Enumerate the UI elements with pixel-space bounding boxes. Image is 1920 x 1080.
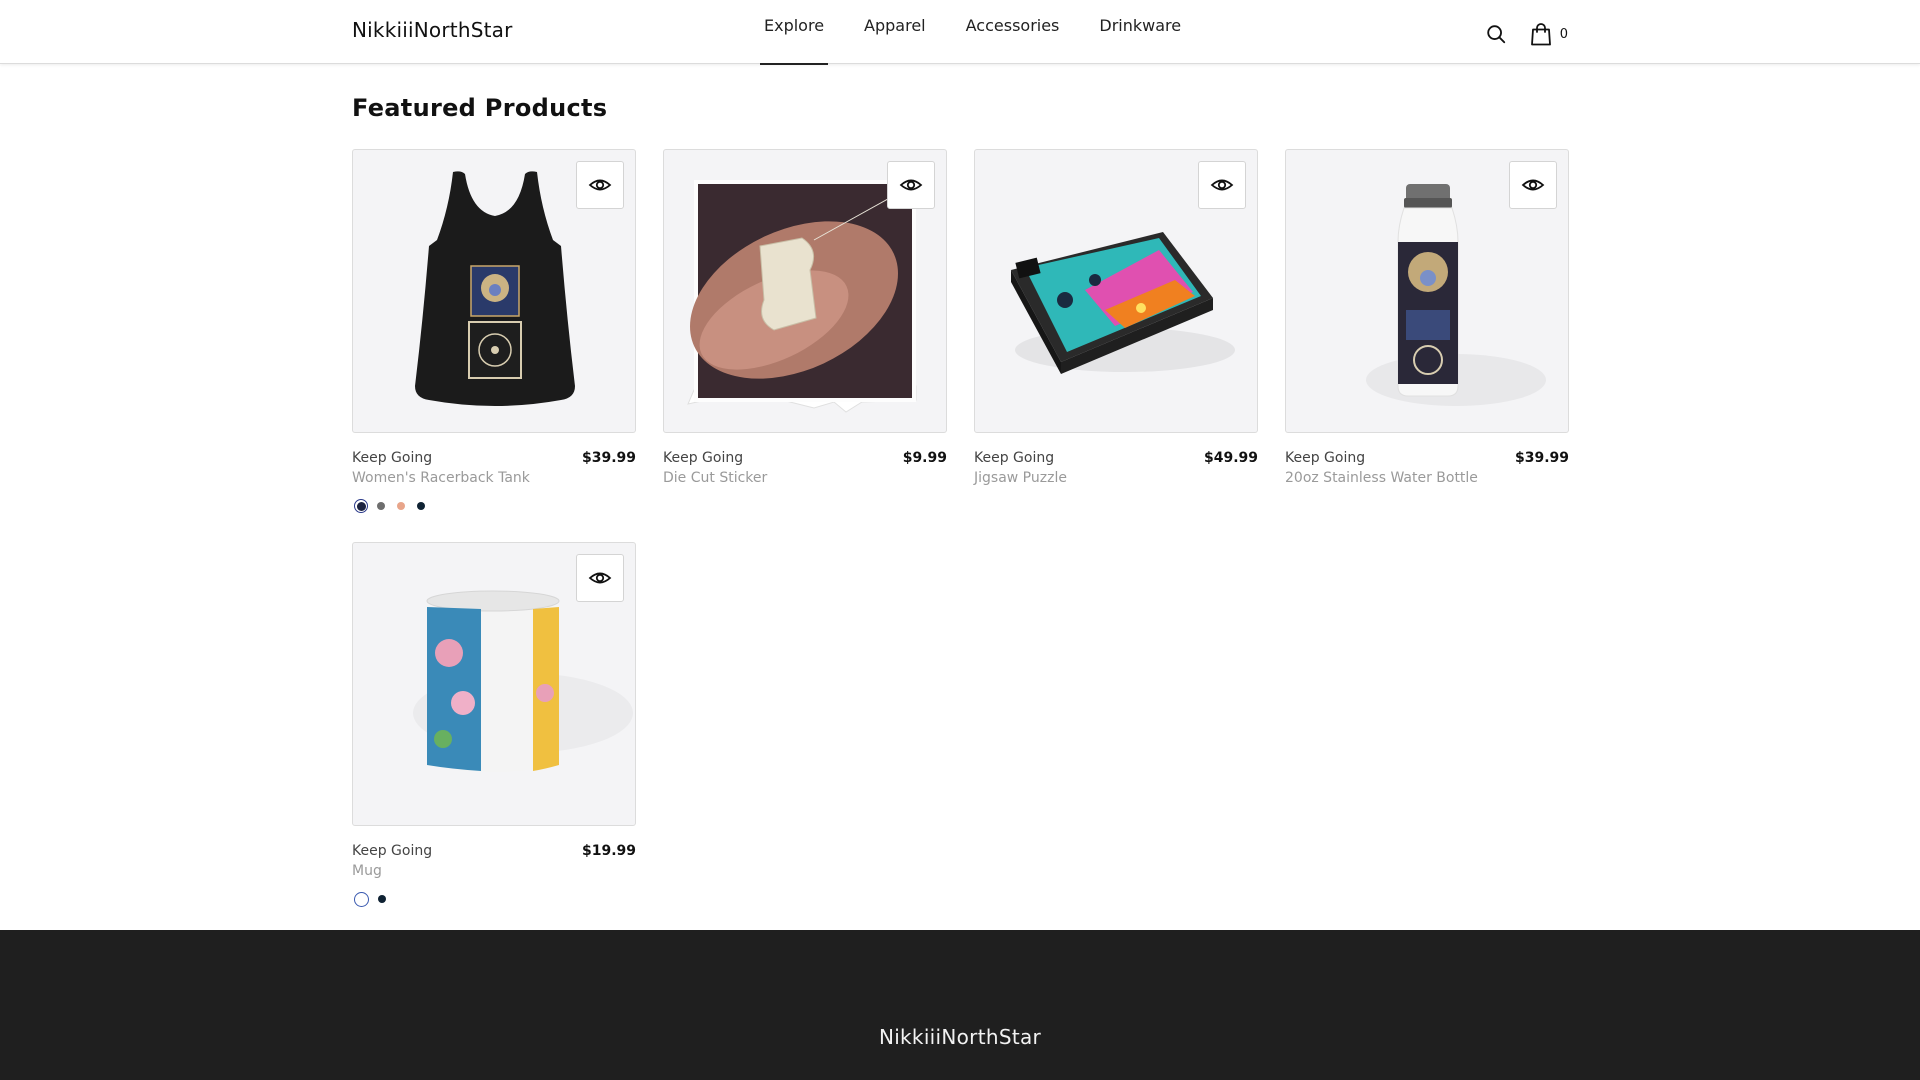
nav-item-explore[interactable]: Explore xyxy=(760,0,829,65)
product-image[interactable] xyxy=(974,149,1258,433)
footer-brand[interactable]: NikkiiiNorthStar xyxy=(0,1025,1920,1049)
color-swatch[interactable] xyxy=(414,499,428,513)
nav-item-accessories[interactable]: Accessories xyxy=(962,0,1064,64)
shopping-bag-icon xyxy=(1530,23,1551,46)
brand-logo[interactable]: NikkiiiNorthStar xyxy=(352,18,513,42)
product-subtitle[interactable]: 20oz Stainless Water Bottle xyxy=(1285,470,1478,486)
eye-icon xyxy=(588,572,612,584)
product-card: Keep Going 20oz Stainless Water Bottle $… xyxy=(1285,149,1569,490)
product-subtitle[interactable]: Women's Racerback Tank xyxy=(352,470,530,486)
search-icon xyxy=(1487,25,1505,44)
product-title[interactable]: Keep Going xyxy=(1285,450,1365,466)
product-card: Keep Going Die Cut Sticker $9.99 xyxy=(663,149,947,490)
product-subtitle[interactable]: Mug xyxy=(352,863,382,879)
site-header: NikkiiiNorthStar Explore Apparel Accesso… xyxy=(0,0,1920,65)
color-swatches xyxy=(354,892,636,907)
nav-item-apparel[interactable]: Apparel xyxy=(860,0,930,64)
product-image[interactable] xyxy=(352,542,636,826)
eye-icon xyxy=(588,179,612,191)
nav-item-drinkware[interactable]: Drinkware xyxy=(1095,0,1185,64)
product-title[interactable]: Keep Going xyxy=(352,450,432,466)
color-swatch[interactable] xyxy=(375,892,389,906)
product-title[interactable]: Keep Going xyxy=(663,450,743,466)
quick-view-button[interactable] xyxy=(576,161,624,209)
product-meta: Keep Going Jigsaw Puzzle $49.99 xyxy=(974,450,1258,490)
header-actions: 0 xyxy=(1482,20,1568,48)
color-swatch[interactable] xyxy=(394,499,408,513)
product-image[interactable] xyxy=(663,149,947,433)
product-meta: Keep Going Women's Racerback Tank $39.99 xyxy=(352,450,636,490)
product-card: Keep Going Mug $19.99 xyxy=(352,542,636,907)
product-card: Keep Going Women's Racerback Tank $39.99 xyxy=(352,149,636,513)
product-price: $19.99 xyxy=(581,843,636,859)
quick-view-button[interactable] xyxy=(1509,161,1557,209)
product-price: $39.99 xyxy=(1514,450,1569,466)
search-button[interactable] xyxy=(1482,20,1510,48)
product-price: $39.99 xyxy=(581,450,636,466)
cart-button[interactable]: 0 xyxy=(1530,22,1568,46)
color-swatches xyxy=(354,499,636,513)
product-price: $9.99 xyxy=(902,450,947,466)
color-swatch[interactable] xyxy=(354,892,369,907)
product-subtitle[interactable]: Die Cut Sticker xyxy=(663,470,767,486)
site-footer: NikkiiiNorthStar xyxy=(0,930,1920,1080)
cart-count: 0 xyxy=(1559,26,1568,42)
product-title[interactable]: Keep Going xyxy=(974,450,1054,466)
color-swatch[interactable] xyxy=(374,499,388,513)
eye-icon xyxy=(899,179,923,191)
quick-view-button[interactable] xyxy=(1198,161,1246,209)
eye-icon xyxy=(1521,179,1545,191)
main-nav: Explore Apparel Accessories Drinkware xyxy=(760,0,1217,65)
color-swatch[interactable] xyxy=(354,499,368,513)
product-card: Keep Going Jigsaw Puzzle $49.99 xyxy=(974,149,1258,490)
page: NikkiiiNorthStar Explore Apparel Accesso… xyxy=(0,0,1920,1080)
product-meta: Keep Going Die Cut Sticker $9.99 xyxy=(663,450,947,490)
product-image[interactable] xyxy=(1285,149,1569,433)
section-title: Featured Products xyxy=(352,94,608,122)
eye-icon xyxy=(1210,179,1234,191)
product-subtitle[interactable]: Jigsaw Puzzle xyxy=(974,470,1067,486)
product-title[interactable]: Keep Going xyxy=(352,843,432,859)
quick-view-button[interactable] xyxy=(887,161,935,209)
product-meta: Keep Going Mug $19.99 xyxy=(352,843,636,883)
product-price: $49.99 xyxy=(1203,450,1258,466)
product-image[interactable] xyxy=(352,149,636,433)
product-meta: Keep Going 20oz Stainless Water Bottle $… xyxy=(1285,450,1569,490)
quick-view-button[interactable] xyxy=(576,554,624,602)
